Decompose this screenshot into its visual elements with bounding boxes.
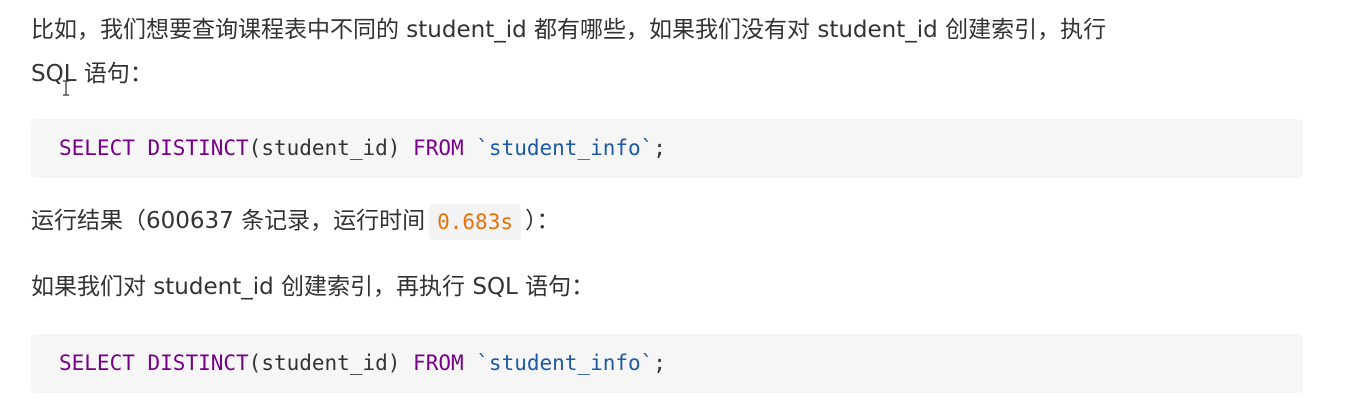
keyword-from: FROM: [413, 351, 464, 375]
paragraph-intro-line-2: SQL 语句：: [31, 61, 153, 87]
paragraph-result: 运行结果（600637 条记录，运行时间 0.683s）：: [31, 199, 1311, 243]
table-name: `student_info`: [476, 136, 654, 160]
text-cursor-icon: [63, 80, 69, 96]
code-block-1: SELECT DISTINCT(student_id) FROM `studen…: [31, 119, 1303, 178]
keyword-distinct: DISTINCT: [147, 136, 249, 160]
paragraph-intro-line-1: 比如，我们想要查询课程表中不同的 student_id 都有哪些，如果我们没有对…: [31, 17, 1107, 43]
inline-code-time: 0.683s: [429, 203, 521, 240]
result-suffix: ）：: [524, 208, 560, 234]
keyword-select: SELECT: [59, 351, 135, 375]
code-args: (student_id): [248, 136, 401, 160]
keyword-select: SELECT: [59, 136, 135, 160]
paragraph-index: 如果我们对 student_id 创建索引，再执行 SQL 语句：: [31, 265, 1311, 309]
paragraph-index-text: 如果我们对 student_id 创建索引，再执行 SQL 语句：: [31, 274, 595, 300]
keyword-distinct: DISTINCT: [147, 351, 249, 375]
code-block-2: SELECT DISTINCT(student_id) FROM `studen…: [31, 334, 1303, 393]
code-terminator: ;: [653, 136, 666, 160]
table-name: `student_info`: [476, 351, 654, 375]
keyword-from: FROM: [413, 136, 464, 160]
paragraph-intro: 比如，我们想要查询课程表中不同的 student_id 都有哪些，如果我们没有对…: [31, 8, 1311, 96]
code-terminator: ;: [653, 351, 666, 375]
code-args: (student_id): [248, 351, 401, 375]
result-prefix: 运行结果（600637 条记录，运行时间: [31, 208, 426, 234]
